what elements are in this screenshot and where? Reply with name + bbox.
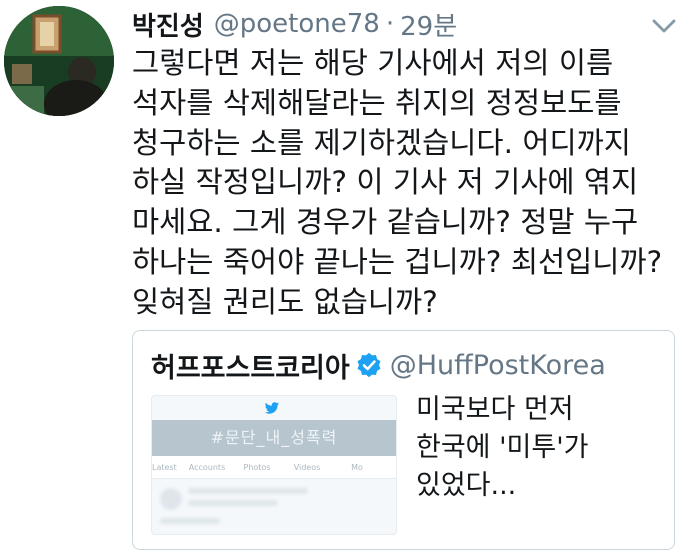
author-name[interactable]: 박진성 <box>132 6 204 43</box>
thumbnail-tab: Videos <box>293 462 321 472</box>
quoted-author-name: 허프포스트코리아 <box>151 352 350 384</box>
profile-photo <box>4 6 114 116</box>
thumbnail-blurred-text <box>188 488 308 494</box>
quoted-text-line: 있었다... <box>416 470 517 501</box>
quoted-tweet-card[interactable]: 허프포스트코리아 @HuffPostKorea #문단_내_성폭력 Latest… <box>132 330 675 550</box>
separator-dot: · <box>385 9 395 39</box>
tweet-text-line: 석자를 삭제해달라는 취지의 정정보도를 <box>132 85 622 120</box>
quoted-text-line: 미국보다 먼저 <box>416 394 574 425</box>
verified-badge-icon <box>357 352 381 378</box>
quoted-tweet-header: 허프포스트코리아 @HuffPostKorea <box>151 345 606 385</box>
twitter-bird-icon <box>264 402 280 414</box>
tweet-text-line: 마세요. 그게 경우가 같습니까? 정말 누구 <box>132 205 639 240</box>
thumbnail-blurred-text <box>188 500 278 506</box>
tweet-text-line: 하실 작정입니까? 이 기사 저 기사에 엮지 <box>132 165 639 200</box>
tweet-timestamp[interactable]: 29분 <box>400 6 457 43</box>
thumbnail-blurred-avatar <box>160 488 182 510</box>
author-handle[interactable]: @poetone78 <box>214 9 380 39</box>
quoted-tweet-text: 미국보다 먼저 한국에 '미투'가 있었다... <box>416 391 666 505</box>
tweet-text-line: 그렇다면 저는 해당 기사에서 저의 이름 <box>132 46 614 80</box>
tweet-text-line: 청구하는 소를 제기하겠습니다. 어디까지 <box>132 125 631 160</box>
thumbnail-blurred-text <box>160 518 220 524</box>
chevron-down-icon[interactable] <box>651 18 677 34</box>
tweet-text-line: 잊혀질 권리도 없습니까? <box>132 284 438 319</box>
thumbnail-tab: Photos <box>243 462 271 472</box>
avatar[interactable] <box>4 6 114 116</box>
thumbnail-tab: Accounts <box>188 462 226 472</box>
quoted-tweet-thumbnail[interactable]: #문단_내_성폭력 Latest Accounts Photos Videos … <box>151 395 397 535</box>
tweet-header: 박진성 @poetone78 · 29분 <box>132 4 457 44</box>
tweet-body: 그렇다면 저는 해당 기사에서 저의 이름 석자를 삭제해달라는 취지의 정정보… <box>132 44 682 323</box>
quoted-text-line: 한국에 '미투'가 <box>416 432 589 463</box>
thumbnail-hashtag: #문단_내_성폭력 <box>210 428 338 447</box>
tweet-text-line: 하나는 죽어야 끝나는 겁니까? 최선입니까? <box>132 244 663 279</box>
thumbnail-tab: Latest <box>152 462 177 472</box>
quoted-author-handle: @HuffPostKorea <box>389 349 606 381</box>
thumbnail-tab: Mo <box>351 462 363 472</box>
thumbnail-tab-bar: Latest Accounts Photos Videos Mo <box>152 456 396 479</box>
